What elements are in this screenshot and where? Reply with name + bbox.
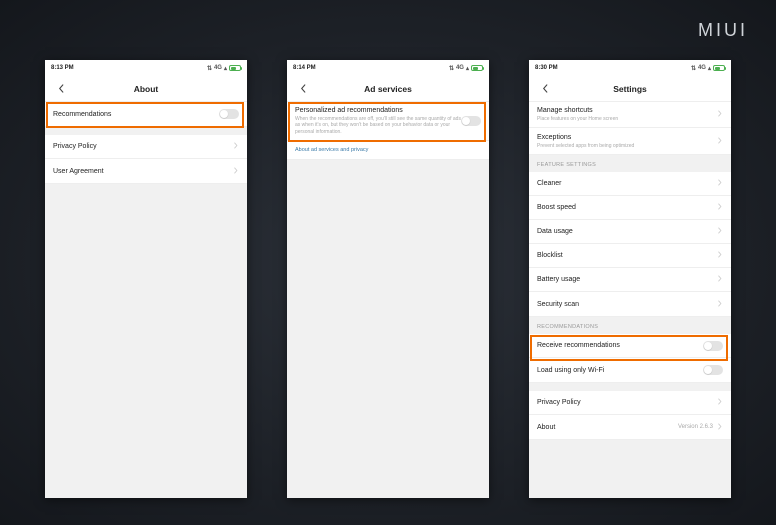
row-label: Privacy Policy <box>53 143 232 150</box>
section-feature-settings: FEATURE SETTINGS <box>529 155 731 172</box>
status-bar: 8:14 PM ⇅ 4G ▴ <box>287 60 489 76</box>
status-time: 8:13 PM <box>51 65 207 71</box>
row-label: Receive recommendations <box>537 342 703 349</box>
row-label: Personalized ad recommendations <box>295 107 461 114</box>
signal-label: 4G <box>698 65 706 71</box>
row-user-agreement[interactable]: User Agreement <box>45 159 247 183</box>
content-area: Manage shortcuts Place features on your … <box>529 102 731 498</box>
row-label: Recommendations <box>53 111 219 118</box>
row-cleaner[interactable]: Cleaner <box>529 172 731 196</box>
chevron-left-icon <box>299 84 308 93</box>
chevron-right-icon <box>716 275 723 284</box>
chevron-right-icon <box>716 423 723 432</box>
phone-about: 8:13 PM ⇅ 4G ▴ About Recommendations <box>45 60 247 498</box>
row-label: Blocklist <box>537 252 716 259</box>
status-time: 8:14 PM <box>293 65 449 71</box>
status-time: 8:30 PM <box>535 65 691 71</box>
chevron-right-icon <box>716 227 723 236</box>
battery-icon <box>471 65 483 71</box>
row-label: Battery usage <box>537 276 716 283</box>
row-personalized-ads[interactable]: Personalized ad recommendations When the… <box>287 102 489 140</box>
signal-icon: ⇅ <box>449 65 454 72</box>
brand-label: MIUI <box>698 20 748 41</box>
row-label: Privacy Policy <box>537 399 716 406</box>
about-version: Version 2.6.3 <box>678 424 713 430</box>
row-label: Security scan <box>537 301 716 308</box>
status-bar: 8:13 PM ⇅ 4G ▴ <box>45 60 247 76</box>
row-sublabel: When the recommendations are off, you'll… <box>295 116 461 135</box>
title-bar: Settings <box>529 76 731 102</box>
toggle-personalized-ads[interactable] <box>461 116 481 126</box>
row-label: Load using only Wi-Fi <box>537 367 703 374</box>
row-blocklist[interactable]: Blocklist <box>529 244 731 268</box>
toggle-receive-recommendations[interactable] <box>703 341 723 351</box>
row-receive-recommendations[interactable]: Receive recommendations <box>529 334 731 358</box>
chevron-right-icon <box>232 142 239 151</box>
row-label: Data usage <box>537 228 716 235</box>
row-data-usage[interactable]: Data usage <box>529 220 731 244</box>
chevron-left-icon <box>541 84 550 93</box>
chevron-right-icon <box>716 179 723 188</box>
chevron-right-icon <box>232 167 239 176</box>
phone-settings: 8:30 PM ⇅ 4G ▴ Settings Manage shortcuts… <box>529 60 731 498</box>
chevron-right-icon <box>716 137 723 146</box>
cell-icon: ▴ <box>466 65 469 72</box>
row-sublabel: Prevent selected apps from being optimiz… <box>537 143 716 149</box>
row-label: User Agreement <box>53 168 232 175</box>
row-label: Manage shortcuts <box>537 107 716 114</box>
signal-icon: ⇅ <box>691 65 696 72</box>
signal-icon: ⇅ <box>207 65 212 72</box>
section-recommendations: RECOMMENDATIONS <box>529 317 731 334</box>
toggle-load-wifi-only[interactable] <box>703 365 723 375</box>
row-security-scan[interactable]: Security scan <box>529 292 731 316</box>
row-boost-speed[interactable]: Boost speed <box>529 196 731 220</box>
chevron-left-icon <box>57 84 66 93</box>
row-recommendations[interactable]: Recommendations <box>45 102 247 126</box>
chevron-right-icon <box>716 398 723 407</box>
title-bar: Ad services <box>287 76 489 102</box>
page-title: Settings <box>613 84 647 94</box>
content-area: Recommendations Privacy Policy User Agre… <box>45 102 247 498</box>
toggle-recommendations[interactable] <box>219 109 239 119</box>
page-title: Ad services <box>364 84 412 94</box>
row-sublabel: Place features on your Home screen <box>537 116 716 122</box>
cell-icon: ▴ <box>224 65 227 72</box>
row-battery-usage[interactable]: Battery usage <box>529 268 731 292</box>
phone-ad-services: 8:14 PM ⇅ 4G ▴ Ad services Personalized … <box>287 60 489 498</box>
title-bar: About <box>45 76 247 102</box>
page-title: About <box>134 84 159 94</box>
row-exceptions[interactable]: Exceptions Prevent selected apps from be… <box>529 128 731 154</box>
signal-label: 4G <box>214 65 222 71</box>
row-label: Cleaner <box>537 180 716 187</box>
status-bar: 8:30 PM ⇅ 4G ▴ <box>529 60 731 76</box>
row-label: About <box>537 424 678 431</box>
back-button[interactable] <box>535 76 555 101</box>
row-privacy-policy[interactable]: Privacy Policy <box>529 391 731 415</box>
row-label: Exceptions <box>537 134 716 141</box>
back-button[interactable] <box>293 76 313 101</box>
row-about[interactable]: About Version 2.6.3 <box>529 415 731 439</box>
row-label: Boost speed <box>537 204 716 211</box>
chevron-right-icon <box>716 300 723 309</box>
back-button[interactable] <box>51 76 71 101</box>
phone-stage: 8:13 PM ⇅ 4G ▴ About Recommendations <box>0 60 776 498</box>
chevron-right-icon <box>716 251 723 260</box>
link-about-ad-services[interactable]: About ad services and privacy <box>287 141 489 160</box>
content-area: Personalized ad recommendations When the… <box>287 102 489 498</box>
cell-icon: ▴ <box>708 65 711 72</box>
row-privacy-policy[interactable]: Privacy Policy <box>45 135 247 159</box>
battery-icon <box>713 65 725 71</box>
chevron-right-icon <box>716 203 723 212</box>
chevron-right-icon <box>716 110 723 119</box>
battery-icon <box>229 65 241 71</box>
row-manage-shortcuts[interactable]: Manage shortcuts Place features on your … <box>529 102 731 128</box>
signal-label: 4G <box>456 65 464 71</box>
row-load-wifi-only[interactable]: Load using only Wi-Fi <box>529 358 731 382</box>
